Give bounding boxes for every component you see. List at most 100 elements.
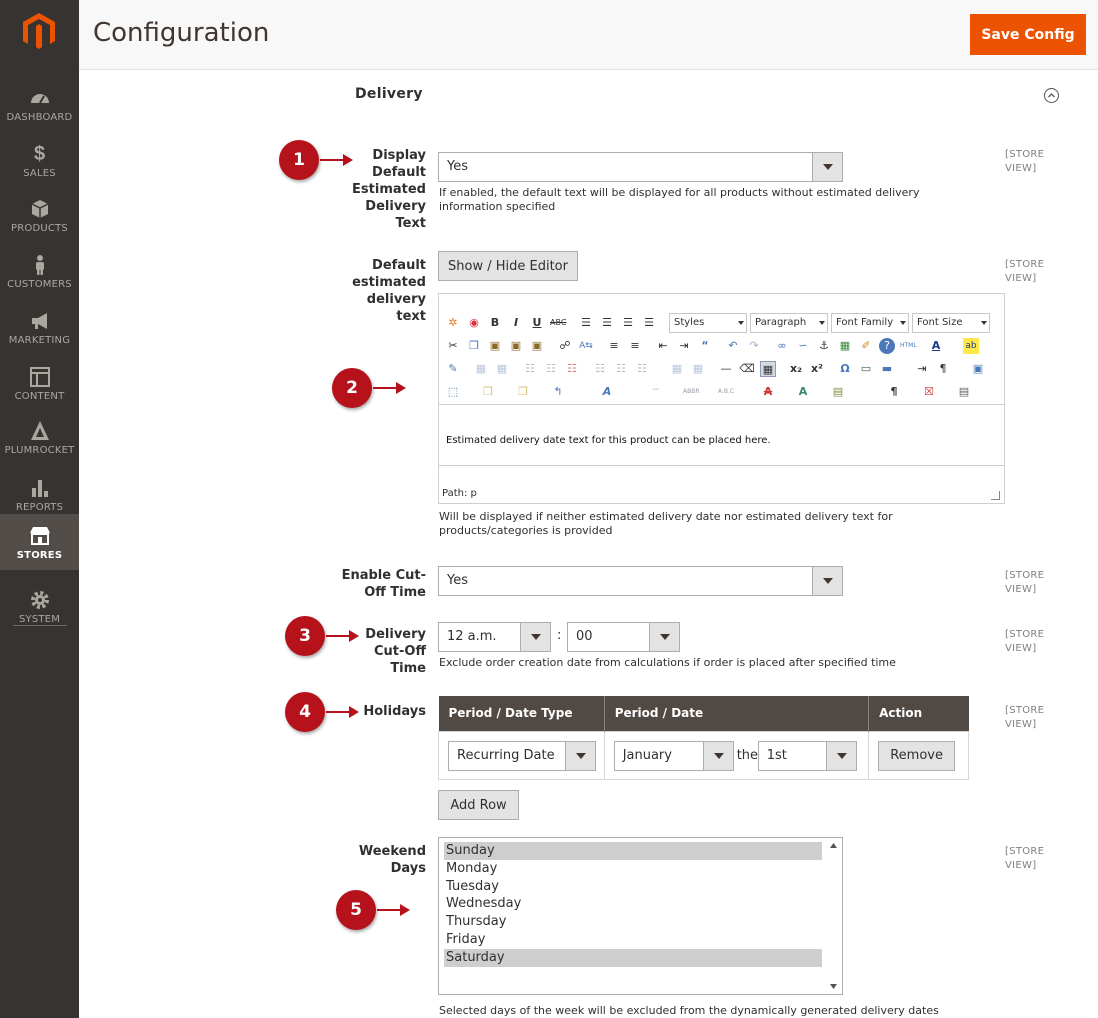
sidebar-item-sales[interactable]: $ SALES [0, 134, 79, 190]
table-insert-icon[interactable]: ▦ [473, 361, 489, 377]
editor-content[interactable]: Estimated delivery date text for this pr… [446, 435, 771, 446]
page-break-icon[interactable]: ☒ [921, 384, 937, 400]
image-insert-icon[interactable]: ◉ [466, 315, 482, 331]
list-item[interactable]: Tuesday [444, 878, 822, 896]
anchor-icon[interactable]: ⚓ [816, 338, 832, 354]
scroll-down-icon[interactable] [830, 984, 837, 989]
bullet-list-icon[interactable]: ≡ [606, 338, 622, 354]
cutoff-minute-select[interactable]: 00 [567, 622, 680, 652]
month-select[interactable]: January [613, 740, 734, 771]
subscript-icon[interactable]: x₂ [788, 361, 804, 377]
list-item[interactable]: Thursday [444, 913, 822, 931]
remove-button[interactable]: Remove [878, 740, 956, 771]
paste-icon[interactable]: ▣ [487, 338, 503, 354]
fullscreen-icon[interactable]: ▬ [879, 361, 895, 377]
split-cells-icon[interactable]: ▦ [669, 361, 685, 377]
cleanup-icon[interactable]: ✐ [858, 338, 874, 354]
list-item[interactable]: Saturday [444, 949, 822, 967]
special-char-icon[interactable]: Ω [837, 361, 853, 377]
show-hide-editor-button[interactable]: Show / Hide Editor [438, 251, 578, 281]
highlight-color-icon[interactable]: ab [963, 338, 979, 354]
abbr-icon[interactable]: A.B.C [718, 384, 734, 400]
widget-icon[interactable]: ✲ [445, 315, 461, 331]
remove-format-icon[interactable]: ⌫ [739, 361, 755, 377]
day-select[interactable]: 1st [757, 740, 857, 771]
row-after-icon[interactable]: ☷ [543, 361, 559, 377]
cut-icon[interactable]: ✂ [445, 338, 461, 354]
col-after-icon[interactable]: ☷ [613, 361, 629, 377]
magento-logo-icon[interactable] [22, 12, 56, 50]
delete-col-icon[interactable]: ☷ [634, 361, 650, 377]
sidebar-item-marketing[interactable]: MARKETING [0, 301, 79, 357]
pagebreak-icon[interactable]: ▤ [956, 384, 972, 400]
weekend-days-multiselect[interactable]: Sunday Monday Tuesday Wednesday Thursday… [438, 837, 843, 995]
merge-cells-icon[interactable]: ▦ [690, 361, 706, 377]
italic-icon[interactable]: I [508, 315, 524, 331]
underline-icon[interactable]: U [529, 315, 545, 331]
unlink-icon[interactable]: ∽ [795, 338, 811, 354]
table-props-icon[interactable]: ▦ [494, 361, 510, 377]
attributes-icon[interactable]: ▤ [830, 384, 846, 400]
preview-icon[interactable]: ▣ [970, 361, 986, 377]
paste-word-icon[interactable]: ▣ [529, 338, 545, 354]
sidebar-item-dashboard[interactable]: DASHBOARD [0, 78, 79, 134]
collapse-icon[interactable] [1044, 88, 1059, 103]
col-before-icon[interactable]: ☷ [592, 361, 608, 377]
outdent-icon[interactable]: ⇤ [655, 338, 671, 354]
edit-icon[interactable]: ✎ [445, 361, 461, 377]
move-forward-icon[interactable]: ❐ [480, 384, 496, 400]
copy-icon[interactable]: ❐ [466, 338, 482, 354]
section-title[interactable]: Delivery [355, 86, 423, 102]
media-icon[interactable]: ▭ [858, 361, 874, 377]
align-justify-icon[interactable]: ☰ [641, 315, 657, 331]
sidebar-item-customers[interactable]: CUSTOMERS [0, 245, 79, 301]
image-icon[interactable]: ▦ [837, 338, 853, 354]
scroll-up-icon[interactable] [830, 843, 837, 848]
font-family-select[interactable]: Font Family [831, 313, 909, 333]
style-props-icon[interactable]: A [599, 384, 615, 400]
list-item[interactable]: Monday [444, 860, 822, 878]
date-type-select[interactable]: Recurring Date [448, 740, 596, 771]
insert-layer-icon[interactable]: ⬚ [445, 384, 461, 400]
list-item[interactable]: Sunday [444, 842, 822, 860]
add-row-button[interactable]: Add Row [438, 790, 519, 820]
delete-text-icon[interactable]: A [760, 384, 776, 400]
undo-icon[interactable]: ↶ [725, 338, 741, 354]
move-backward-icon[interactable]: ❐ [515, 384, 531, 400]
find-icon[interactable]: ☍ [557, 338, 573, 354]
font-size-select[interactable]: Font Size [912, 313, 990, 333]
align-right-icon[interactable]: ☰ [620, 315, 636, 331]
indent-icon[interactable]: ⇥ [676, 338, 692, 354]
html-icon[interactable]: HTML [900, 338, 917, 354]
save-config-button[interactable]: Save Config [970, 14, 1086, 55]
bold-icon[interactable]: B [487, 315, 503, 331]
replace-icon[interactable]: A⇆ [578, 338, 594, 354]
delete-row-icon[interactable]: ☷ [564, 361, 580, 377]
sidebar-item-products[interactable]: PRODUCTS [0, 189, 79, 245]
resize-handle-icon[interactable] [991, 491, 1000, 500]
superscript-icon[interactable]: x² [809, 361, 825, 377]
nonbreaking-icon[interactable]: ¶ [886, 384, 902, 400]
sidebar-item-content[interactable]: CONTENT [0, 357, 79, 413]
numbered-list-icon[interactable]: ≡ [627, 338, 643, 354]
blockquote-icon[interactable]: “ [697, 338, 713, 354]
sidebar-item-system[interactable]: SYSTEM [0, 580, 79, 636]
text-color-icon[interactable]: A [928, 338, 944, 354]
sidebar-item-plumrocket[interactable]: PLUMROCKET [0, 411, 79, 467]
horizontal-rule-icon[interactable]: — [718, 361, 734, 377]
redo-icon[interactable]: ↷ [746, 338, 762, 354]
insert-text-icon[interactable]: A [795, 384, 811, 400]
paragraph-select[interactable]: Paragraph [750, 313, 828, 333]
visual-aid-icon[interactable]: ▦ [760, 361, 776, 377]
row-before-icon[interactable]: ☷ [522, 361, 538, 377]
help-icon[interactable]: ? [879, 338, 895, 354]
rtl-icon[interactable]: ¶ [935, 361, 951, 377]
cite-icon[interactable]: “” [648, 384, 664, 400]
absolute-icon[interactable]: ↰ [550, 384, 566, 400]
paste-text-icon[interactable]: ▣ [508, 338, 524, 354]
styles-select[interactable]: Styles [669, 313, 747, 333]
align-left-icon[interactable]: ☰ [578, 315, 594, 331]
strikethrough-icon[interactable]: ABC [550, 315, 566, 331]
cutoff-hour-select[interactable]: 12 a.m. [438, 622, 551, 652]
scrollbar[interactable] [825, 838, 842, 994]
